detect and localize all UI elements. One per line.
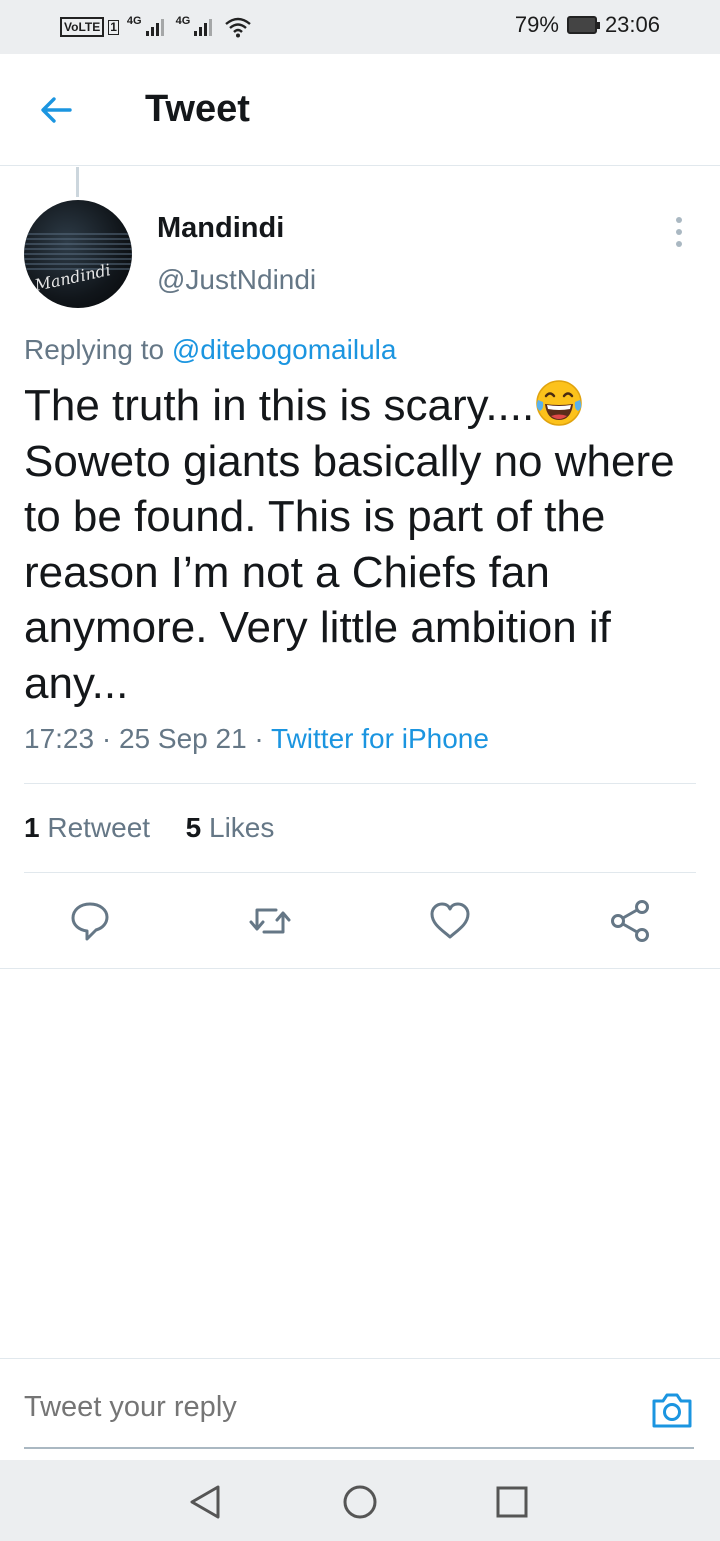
tweet-text-part-1: The truth in this is scary.... — [24, 381, 535, 430]
replying-prefix: Replying to — [24, 334, 165, 365]
tweet-source[interactable]: Twitter for iPhone — [271, 723, 489, 754]
like-label: Likes — [209, 812, 275, 843]
tweet-date: 25 Sep 21 — [118, 723, 247, 754]
recents-square-icon[interactable] — [490, 1480, 534, 1524]
author-name[interactable]: Mandindi — [157, 212, 284, 245]
thread-connector-line — [76, 167, 79, 197]
divider — [24, 783, 696, 784]
clock: 23:06 — [604, 12, 660, 37]
home-circle-icon[interactable] — [338, 1480, 382, 1524]
retweet-label: Retweet — [47, 812, 151, 843]
tweet-time: 17:23 — [24, 723, 95, 754]
volte-indicator: VoLTE — [60, 17, 105, 37]
more-options-icon[interactable] — [664, 215, 694, 249]
tweet-body: The truth in this is scary.... Soweto gi… — [24, 378, 704, 711]
meta-separator: · — [101, 723, 119, 754]
signal-bars-1-icon — [145, 18, 164, 36]
battery-icon — [566, 16, 600, 34]
meta-separator: · — [254, 723, 272, 754]
battery-percent: 79% — [514, 12, 559, 37]
camera-icon[interactable] — [650, 1389, 694, 1431]
status-right: 79% 23:06 — [515, 12, 660, 38]
avatar[interactable]: Mandindi — [24, 200, 132, 308]
sim-indicator: 1 — [108, 19, 119, 35]
like-icon[interactable] — [428, 895, 472, 947]
divider — [24, 872, 696, 873]
retweet-icon[interactable] — [248, 895, 292, 947]
face-with-tears-of-joy-icon — [536, 380, 582, 426]
like-count: 5 — [185, 812, 202, 843]
back-triangle-icon[interactable] — [184, 1480, 228, 1524]
replying-to: Replying to @ditebogomailula — [24, 334, 396, 366]
reply-icon[interactable] — [68, 895, 112, 947]
wifi-icon — [225, 17, 252, 38]
likes-stat[interactable]: 5 Likes — [186, 812, 275, 843]
tweet-meta: 17:23 · 25 Sep 21 · Twitter for iPhone — [24, 723, 489, 755]
tweet-text-part-2: Soweto giants basically no where to be f… — [24, 436, 675, 708]
network-type-2: 4G — [175, 15, 191, 27]
reply-input[interactable] — [24, 1391, 401, 1424]
share-icon[interactable] — [608, 895, 652, 947]
retweet-count: 1 — [24, 812, 40, 843]
reply-input-underline — [24, 1447, 694, 1449]
section-divider — [0, 968, 720, 969]
top-app-bar: Tweet — [0, 54, 720, 166]
reply-bar — [0, 1358, 720, 1460]
page-title: Tweet — [145, 88, 250, 130]
retweets-stat[interactable]: 1 Retweet — [24, 812, 150, 843]
tweet-stats: 1 Retweet 5 Likes — [24, 812, 274, 844]
system-nav-bar — [0, 1460, 720, 1541]
author-handle[interactable]: @JustNdindi — [157, 264, 316, 296]
arrow-left-icon[interactable] — [36, 90, 76, 130]
signal-bars-2-icon — [194, 18, 213, 36]
status-left: VoLTE 1 4G 4G — [60, 14, 252, 40]
tweet-actions — [0, 895, 720, 947]
status-bar: VoLTE 1 4G 4G 79% 23:06 — [0, 0, 720, 54]
network-type-1: 4G — [126, 15, 142, 27]
avatar-texture — [24, 230, 132, 270]
replying-to-mention[interactable]: @ditebogomailula — [172, 334, 397, 365]
